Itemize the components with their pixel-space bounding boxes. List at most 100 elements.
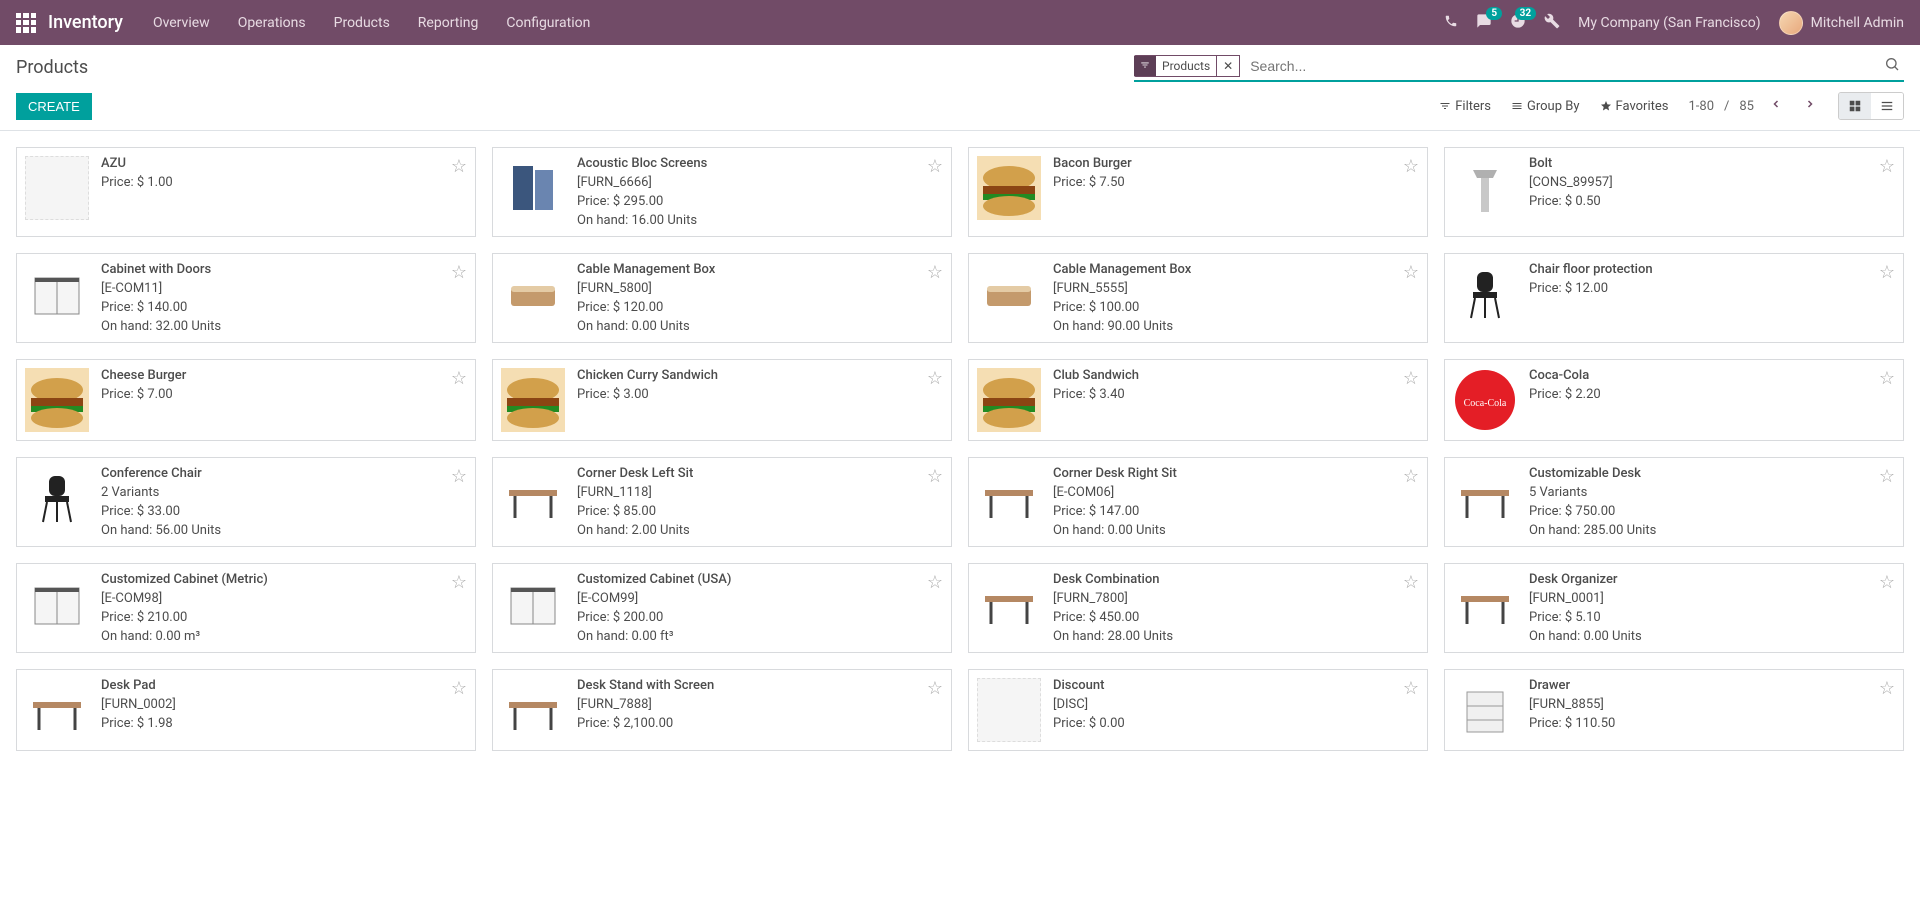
product-card[interactable]: ☆Desk Pad[FURN_0002]Price: $ 1.98 [16, 669, 476, 751]
product-card[interactable]: ☆Desk Organizer[FURN_0001]Price: $ 5.10O… [1444, 563, 1904, 653]
product-card[interactable]: ☆Cheese BurgerPrice: $ 7.00 [16, 359, 476, 441]
product-card[interactable]: ☆Cable Management Box[FURN_5555]Price: $… [968, 253, 1428, 343]
product-price: Price: $ 295.00 [577, 194, 943, 209]
product-card[interactable]: ☆Customizable Desk5 VariantsPrice: $ 750… [1444, 457, 1904, 547]
star-icon[interactable]: ☆ [1403, 466, 1419, 487]
search-icon[interactable] [1880, 56, 1904, 76]
product-card[interactable]: ☆Cabinet with Doors[E-COM11]Price: $ 140… [16, 253, 476, 343]
star-icon[interactable]: ☆ [451, 678, 467, 699]
product-onhand: On hand: 28.00 Units [1053, 629, 1419, 644]
product-name: Bolt [1529, 156, 1895, 171]
user-menu[interactable]: Mitchell Admin [1779, 11, 1904, 35]
product-onhand: On hand: 0.00 Units [1529, 629, 1895, 644]
product-image: Coca-Cola [1453, 368, 1517, 432]
product-card[interactable]: ☆Acoustic Bloc Screens[FURN_6666]Price: … [492, 147, 952, 237]
product-onhand: On hand: 0.00 Units [577, 319, 943, 334]
product-card[interactable]: ☆Cable Management Box[FURN_5800]Price: $… [492, 253, 952, 343]
filters-button[interactable]: Filters [1439, 99, 1491, 114]
star-icon[interactable]: ☆ [1879, 262, 1895, 283]
messages-icon[interactable]: 5 [1476, 13, 1492, 33]
product-sku: [FURN_0002] [101, 697, 467, 712]
star-icon[interactable]: ☆ [451, 262, 467, 283]
product-image [1453, 262, 1517, 326]
star-icon[interactable]: ☆ [1879, 156, 1895, 177]
star-icon[interactable]: ☆ [1403, 262, 1419, 283]
product-card[interactable]: ☆Coca-ColaCoca-ColaPrice: $ 2.20 [1444, 359, 1904, 441]
pager-prev-icon[interactable] [1764, 94, 1788, 118]
menu-configuration[interactable]: Configuration [506, 15, 590, 31]
company-selector[interactable]: My Company (San Francisco) [1578, 15, 1760, 31]
product-sku: [DISC] [1053, 697, 1419, 712]
product-price: Price: $ 1.98 [101, 716, 467, 731]
star-icon[interactable]: ☆ [927, 368, 943, 389]
activities-icon[interactable]: 32 [1510, 13, 1526, 33]
product-card[interactable]: ☆Bacon BurgerPrice: $ 7.50 [968, 147, 1428, 237]
menu-operations[interactable]: Operations [238, 15, 306, 31]
product-card[interactable]: ☆Desk Combination[FURN_7800]Price: $ 450… [968, 563, 1428, 653]
star-icon[interactable]: ☆ [927, 262, 943, 283]
product-card[interactable]: ☆Bolt[CONS_89957]Price: $ 0.50 [1444, 147, 1904, 237]
search-input[interactable] [1246, 56, 1880, 76]
star-icon[interactable]: ☆ [1879, 466, 1895, 487]
star-icon[interactable]: ☆ [1403, 156, 1419, 177]
star-icon[interactable]: ☆ [451, 572, 467, 593]
product-card[interactable]: ☆Customized Cabinet (Metric)[E-COM98]Pri… [16, 563, 476, 653]
product-card[interactable]: ☆Chicken Curry SandwichPrice: $ 3.00 [492, 359, 952, 441]
star-icon[interactable]: ☆ [1879, 572, 1895, 593]
product-card[interactable]: ☆Club SandwichPrice: $ 3.40 [968, 359, 1428, 441]
apps-icon[interactable] [16, 13, 36, 33]
star-icon[interactable]: ☆ [451, 368, 467, 389]
product-sku: [E-COM06] [1053, 485, 1419, 500]
product-sku: [E-COM98] [101, 591, 467, 606]
star-icon[interactable]: ☆ [927, 156, 943, 177]
product-card[interactable]: ☆Chair floor protectionPrice: $ 12.00 [1444, 253, 1904, 343]
menu-products[interactable]: Products [334, 15, 390, 31]
star-icon[interactable]: ☆ [1879, 368, 1895, 389]
facet-remove-icon[interactable]: ✕ [1217, 55, 1240, 77]
menu-reporting[interactable]: Reporting [418, 15, 479, 31]
product-sku: [FURN_5555] [1053, 281, 1419, 296]
product-card[interactable]: ☆AZU Price: $ 1.00 [16, 147, 476, 237]
phone-icon[interactable] [1444, 14, 1458, 32]
kanban-view-icon[interactable] [1839, 93, 1871, 119]
product-card[interactable]: ☆Corner Desk Right Sit[E-COM06]Price: $ … [968, 457, 1428, 547]
pager-next-icon[interactable] [1798, 94, 1822, 118]
top-navbar: Inventory Overview Operations Products R… [0, 0, 1920, 45]
favorites-button[interactable]: Favorites [1600, 99, 1669, 114]
product-card[interactable]: ☆Corner Desk Left Sit[FURN_1118]Price: $… [492, 457, 952, 547]
groupby-button[interactable]: Group By [1511, 99, 1580, 114]
product-card[interactable]: ☆Customized Cabinet (USA)[E-COM99]Price:… [492, 563, 952, 653]
star-icon[interactable]: ☆ [927, 572, 943, 593]
star-icon[interactable]: ☆ [451, 156, 467, 177]
activities-badge: 32 [1515, 7, 1536, 20]
create-button[interactable]: CREATE [16, 93, 92, 120]
product-image [977, 262, 1041, 326]
star-icon[interactable]: ☆ [1403, 368, 1419, 389]
star-icon[interactable]: ☆ [1879, 678, 1895, 699]
product-price: Price: $ 1.00 [101, 175, 467, 190]
product-card[interactable]: ☆Drawer[FURN_8855]Price: $ 110.50 [1444, 669, 1904, 751]
star-icon[interactable]: ☆ [451, 466, 467, 487]
app-title[interactable]: Inventory [48, 12, 123, 33]
product-card[interactable]: ☆Conference Chair2 VariantsPrice: $ 33.0… [16, 457, 476, 547]
product-image [25, 572, 89, 636]
search-facet: Products ✕ [1134, 55, 1240, 77]
star-icon[interactable]: ☆ [1403, 572, 1419, 593]
star-icon[interactable]: ☆ [927, 678, 943, 699]
product-sku: [FURN_8855] [1529, 697, 1895, 712]
pager-range[interactable]: 1-80 [1688, 99, 1714, 114]
svg-text:Coca-Cola: Coca-Cola [1464, 398, 1507, 409]
facet-label: Products [1156, 55, 1217, 77]
product-card[interactable]: ☆Desk Stand with Screen[FURN_7888]Price:… [492, 669, 952, 751]
star-icon[interactable]: ☆ [927, 466, 943, 487]
search-bar[interactable]: Products ✕ [1134, 53, 1904, 82]
debug-icon[interactable] [1544, 13, 1560, 33]
product-card[interactable]: ☆Discount[DISC]Price: $ 0.00 [968, 669, 1428, 751]
product-name: AZU [101, 156, 467, 171]
list-view-icon[interactable] [1871, 93, 1903, 119]
menu-overview[interactable]: Overview [153, 15, 210, 31]
filter-icon [1134, 56, 1156, 76]
star-icon[interactable]: ☆ [1403, 678, 1419, 699]
pager-total: 85 [1739, 99, 1754, 114]
product-onhand: On hand: 0.00 ft³ [577, 629, 943, 644]
